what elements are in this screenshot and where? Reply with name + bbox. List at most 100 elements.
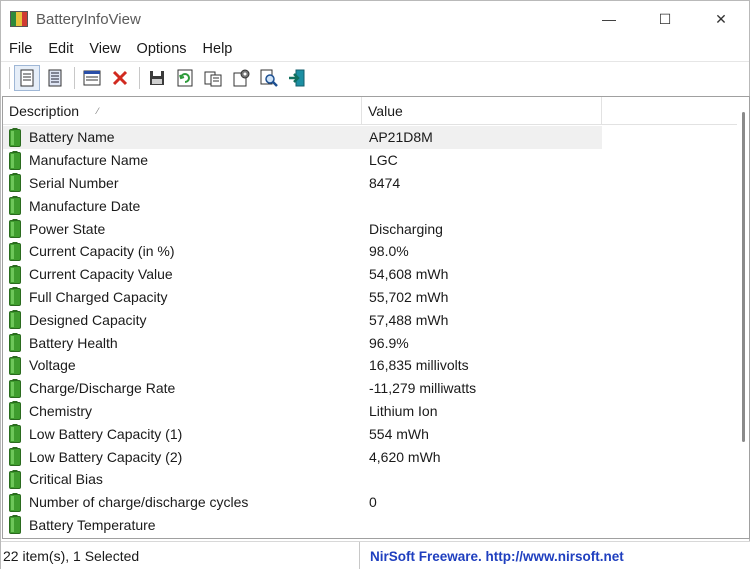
toolbar-separator — [74, 66, 75, 89]
cell-description: Current Capacity (in %) — [3, 240, 362, 263]
column-header-description-label: Description — [9, 103, 80, 119]
exit-button[interactable] — [284, 65, 310, 91]
table-row[interactable]: Number of charge/discharge cycles 0 — [3, 491, 737, 514]
nirsoft-link[interactable]: NirSoft Freeware. http://www.nirsoft.net — [360, 549, 624, 564]
options-button[interactable] — [228, 65, 254, 91]
row-description: Full Charged Capacity — [29, 288, 168, 305]
table-row[interactable]: Manufacture Date — [3, 194, 737, 217]
save-icon — [150, 70, 164, 85]
table-row[interactable]: Low Battery Capacity (1) 554 mWh — [3, 422, 737, 445]
cell-description: Power State — [3, 217, 362, 240]
cell-description: Voltage — [3, 354, 362, 377]
cell-description: Low Battery Capacity (1) — [3, 422, 362, 445]
toolbar-separator — [9, 66, 10, 89]
find-button[interactable] — [256, 65, 282, 91]
app-window: BatteryInfoView — ☐ ✕ File Edit View Opt… — [0, 0, 750, 569]
battery-icon — [9, 401, 21, 421]
row-description: Chemistry — [29, 402, 93, 419]
row-value: 98.0% — [369, 243, 409, 260]
table-row[interactable]: Serial Number 8474 — [3, 172, 737, 195]
refresh-icon — [177, 69, 193, 86]
battery-icon — [9, 219, 21, 239]
properties-icon — [20, 69, 34, 86]
save-button[interactable] — [144, 65, 170, 91]
row-value: 4,620 mWh — [369, 448, 441, 465]
menu-view[interactable]: View — [81, 37, 128, 61]
table-row[interactable]: Battery Health 96.9% — [3, 331, 737, 354]
html-report-button[interactable] — [79, 65, 105, 91]
row-description: Charge/Discharge Rate — [29, 380, 176, 397]
delete-button[interactable] — [107, 65, 133, 91]
cell-value: LGC — [362, 149, 602, 172]
battery-icon — [9, 515, 21, 535]
table-row[interactable]: Critical Bias — [3, 468, 737, 491]
table-row[interactable]: Full Charged Capacity 55,702 mWh — [3, 286, 737, 309]
cell-description: Number of charge/discharge cycles — [3, 491, 362, 514]
table-row[interactable]: Designed Capacity 57,488 mWh — [3, 308, 737, 331]
cell-description: Chemistry — [3, 400, 362, 423]
row-description: Serial Number — [29, 174, 119, 191]
vertical-scrollbar[interactable] — [737, 97, 749, 538]
column-header-value[interactable]: Value — [362, 97, 602, 125]
cell-description: Battery Health — [3, 331, 362, 354]
cell-value: Discharging — [362, 217, 602, 240]
battery-icon — [9, 264, 21, 284]
cell-description: Designed Capacity — [3, 308, 362, 331]
copy-button[interactable] — [200, 65, 226, 91]
table-row[interactable]: Power State Discharging — [3, 217, 737, 240]
cell-value: 55,702 mWh — [362, 286, 602, 309]
table-row[interactable]: Battery Name AP21D8M — [3, 126, 737, 149]
row-description: Battery Health — [29, 334, 118, 351]
copy-icon — [204, 71, 222, 86]
status-item-count: 22 item(s), 1 Selected — [1, 542, 360, 569]
cell-value: 554 mWh — [362, 422, 602, 445]
table-row[interactable]: Battery Temperature — [3, 514, 737, 537]
cell-description: Full Charged Capacity — [3, 286, 362, 309]
cell-value: 96.9% — [362, 331, 602, 354]
row-description: Number of charge/discharge cycles — [29, 494, 249, 511]
scrollbar-thumb[interactable] — [742, 112, 745, 442]
close-button[interactable]: ✕ — [693, 1, 749, 37]
cell-description: Current Capacity Value — [3, 263, 362, 286]
minimize-button[interactable]: — — [581, 1, 637, 37]
battery-icon — [9, 378, 21, 398]
row-value: 8474 — [369, 174, 401, 191]
cell-value: 57,488 mWh — [362, 308, 602, 331]
row-value: 0 — [369, 494, 377, 511]
table-row[interactable]: Manufacture Name LGC — [3, 149, 737, 172]
column-header-value-label: Value — [368, 103, 403, 119]
row-description: Battery Temperature — [29, 516, 156, 533]
menu-file[interactable]: File — [1, 37, 40, 61]
cell-value — [362, 468, 602, 491]
row-value: Lithium Ion — [369, 402, 438, 419]
menu-bar: File Edit View Options Help — [1, 37, 749, 61]
list-icon — [48, 69, 62, 86]
row-description: Manufacture Name — [29, 152, 149, 169]
menu-edit[interactable]: Edit — [40, 37, 81, 61]
cell-description: Battery Temperature — [3, 514, 362, 537]
list-view-button[interactable] — [42, 65, 68, 91]
battery-icon — [9, 150, 21, 170]
table-row[interactable]: Current Capacity (in %) 98.0% — [3, 240, 737, 263]
properties-button[interactable] — [14, 64, 40, 91]
battery-icon — [9, 241, 21, 261]
table-row[interactable]: Chemistry Lithium Ion — [3, 400, 737, 423]
row-value: 16,835 millivolts — [369, 357, 469, 374]
table-row[interactable]: Voltage 16,835 millivolts — [3, 354, 737, 377]
table-row[interactable]: Current Capacity Value 54,608 mWh — [3, 263, 737, 286]
battery-info-list[interactable]: Description ⁄ Value Battery Name AP21D8M M… — [2, 96, 750, 539]
table-row[interactable]: Low Battery Capacity (2) 4,620 mWh — [3, 445, 737, 468]
battery-icon — [9, 424, 21, 444]
maximize-button[interactable]: ☐ — [637, 1, 693, 37]
table-row[interactable]: Charge/Discharge Rate -11,279 milliwatts — [3, 377, 737, 400]
column-header-description[interactable]: Description ⁄ — [3, 97, 362, 125]
html-report-icon — [83, 70, 101, 85]
row-description: Battery Name — [29, 129, 115, 146]
menu-options[interactable]: Options — [129, 37, 195, 61]
row-value: 96.9% — [369, 334, 409, 351]
row-value: 57,488 mWh — [369, 311, 449, 328]
menu-help[interactable]: Help — [195, 37, 241, 61]
sort-indicator-icon: ⁄ — [97, 106, 99, 116]
refresh-button[interactable] — [172, 65, 198, 91]
cell-description: Serial Number — [3, 172, 362, 195]
